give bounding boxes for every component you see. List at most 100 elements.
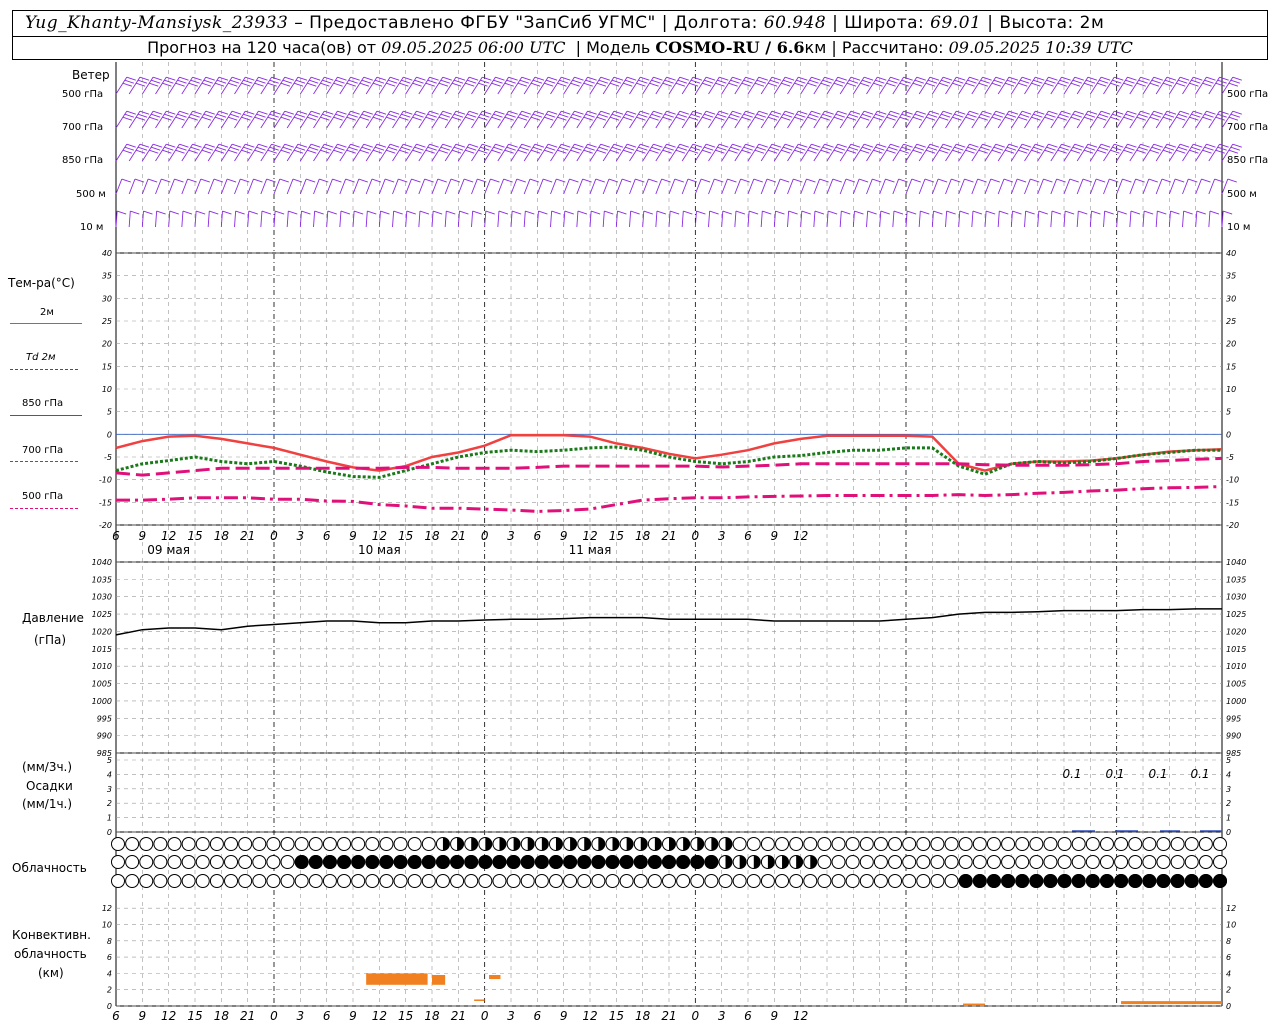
wind-barb-flag xyxy=(978,116,988,121)
wind-barb-flag xyxy=(442,76,452,81)
cloud-symbol-half xyxy=(612,837,619,851)
wind-barb xyxy=(1010,211,1013,228)
cloud-symbol-filled xyxy=(379,855,394,869)
cloud-symbol xyxy=(1001,837,1016,851)
time-tick-label: 15 xyxy=(187,1009,202,1023)
wind-barb-flag xyxy=(491,149,501,154)
wind-barb-flag xyxy=(674,178,684,183)
cloud-symbol xyxy=(817,837,832,851)
wind-barb-flag xyxy=(1176,116,1186,121)
date-label: 09 мая xyxy=(147,543,190,557)
cloud-symbol xyxy=(775,837,790,851)
wind-barb-flag xyxy=(467,146,477,151)
wind-barb-flag xyxy=(307,116,317,121)
temp-tick-right: 25 xyxy=(1226,317,1236,326)
wind-barb-flag xyxy=(824,76,834,81)
time-tick-label: 12 xyxy=(161,529,176,543)
wind-barb-flag xyxy=(271,143,281,148)
wind-barb-flag xyxy=(493,113,503,118)
cloud-symbol xyxy=(760,837,775,851)
cloud-symbol xyxy=(1001,855,1016,869)
precip-value: 0.1 xyxy=(1190,767,1209,781)
cloud-symbol xyxy=(873,837,888,851)
wind-barb-flag xyxy=(1048,110,1058,115)
wind-barb-flag xyxy=(149,116,159,121)
wind-barb-flag xyxy=(495,143,505,148)
wind-barb-flag xyxy=(886,82,896,87)
wind-barb xyxy=(1076,178,1084,195)
wind-barb-flag xyxy=(467,79,477,84)
wind-barb-flag xyxy=(995,76,1005,81)
cloud-symbol xyxy=(831,855,846,869)
wind-barb-flag xyxy=(282,79,293,84)
wind-barb-flag xyxy=(806,178,816,183)
cloud-symbol-half xyxy=(810,855,817,869)
wind-barb-flag xyxy=(626,76,637,81)
wind-barb-flag xyxy=(767,116,778,121)
wind-barb-flag xyxy=(493,146,503,151)
wind-barb xyxy=(1089,211,1092,228)
wind-barb-flag xyxy=(280,82,291,87)
temp-tick-left: -10 xyxy=(99,476,112,485)
wind-barb-flag xyxy=(743,146,753,151)
wind-barb-flag xyxy=(544,149,554,154)
wind-barb xyxy=(602,211,605,228)
wind-barb-flag xyxy=(403,76,413,81)
wind-barb-flag xyxy=(335,79,345,84)
cloud-symbol xyxy=(478,874,493,888)
wind-barb-flag xyxy=(1100,76,1111,81)
wind-barb-flag xyxy=(638,146,648,151)
wind-barb-flag xyxy=(648,178,658,183)
temp-tick-right: 5 xyxy=(1226,408,1231,417)
wind-barb-flag xyxy=(705,110,716,115)
wind-barb-flag xyxy=(914,79,925,84)
wind-barb-flag xyxy=(1091,210,1101,215)
wind-barb-flag xyxy=(598,79,609,84)
cloud-symbol xyxy=(944,855,959,869)
wind-barb-flag xyxy=(833,116,844,121)
wind-barb-flag xyxy=(809,79,819,84)
wind-barb-flag xyxy=(662,116,672,121)
wind-barb-flag xyxy=(301,210,311,215)
cloud-symbol xyxy=(421,837,436,851)
wind-barb-flag xyxy=(1179,110,1190,115)
wind-barb-flag xyxy=(705,143,716,148)
time-tick-label: 9 xyxy=(560,1009,568,1023)
wind-barb-flag xyxy=(991,82,1002,87)
wind-barb-flag xyxy=(722,210,732,215)
wind-barb-flag xyxy=(359,82,370,87)
wind-barb xyxy=(339,178,347,195)
wind-barb xyxy=(971,178,979,195)
cloud-symbol xyxy=(111,874,125,888)
wind-barb-flag xyxy=(669,210,680,215)
wind-barb xyxy=(681,211,684,228)
wind-barb-flag xyxy=(322,113,332,118)
wind-barb-flag xyxy=(824,143,834,148)
wind-barb-flag xyxy=(1072,113,1083,118)
time-tick-label: 12 xyxy=(372,1009,387,1023)
wind-barb-flag xyxy=(696,210,706,215)
wind-barb-flag xyxy=(218,76,229,81)
temp-tick-right: -15 xyxy=(1226,498,1239,507)
wind-barb xyxy=(457,211,460,228)
wind-barb-flag xyxy=(337,110,347,115)
wind-barb-flag xyxy=(1193,110,1203,115)
wind-barb-flag xyxy=(350,110,360,115)
time-tick-label: 6 xyxy=(323,529,331,543)
cloud-symbol-filled xyxy=(534,855,549,869)
wind-barb-flag xyxy=(965,149,975,154)
wind-barb-flag xyxy=(1085,113,1096,118)
wind-barb-flag xyxy=(425,82,435,87)
wind-barb xyxy=(931,178,939,195)
cloud-symbol xyxy=(859,837,874,851)
wind-barb-flag xyxy=(771,76,782,81)
cloud-symbol xyxy=(1213,855,1227,869)
cloud-symbol xyxy=(1085,837,1100,851)
wind-barb-flag xyxy=(719,76,729,81)
wind-barb-flag xyxy=(1021,110,1032,115)
wind-barb-flag xyxy=(324,76,334,81)
wind-barb-flag xyxy=(551,210,561,215)
wind-barb xyxy=(1063,211,1066,228)
wind-barb-flag xyxy=(941,146,951,151)
wind-barb xyxy=(299,178,307,195)
